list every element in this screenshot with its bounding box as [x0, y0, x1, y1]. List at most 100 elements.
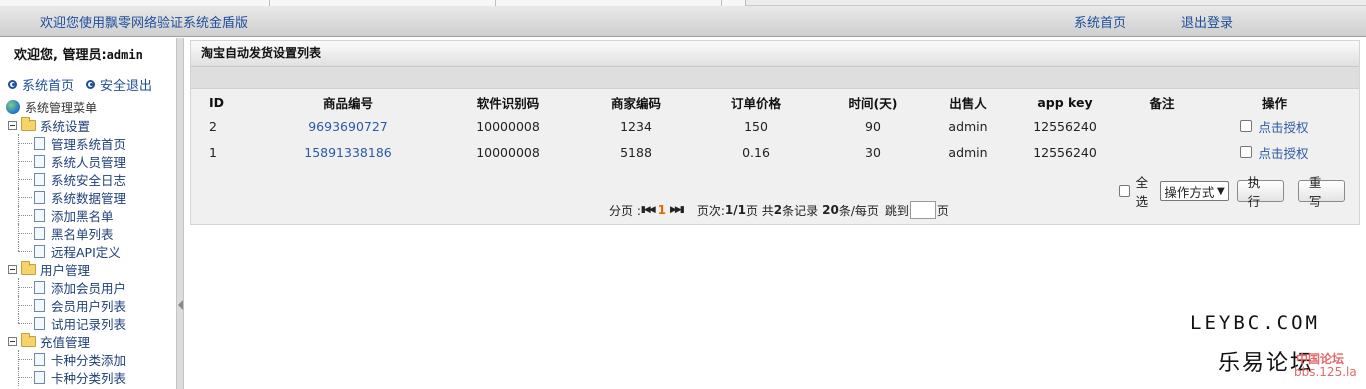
operation-select[interactable]: 操作方式 ▼	[1160, 181, 1229, 201]
menu-item-staff-management[interactable]: 系统人员管理	[6, 152, 176, 170]
cell-software-code: 10000008	[476, 118, 540, 134]
cell-action: 点击授权	[1195, 113, 1354, 139]
document-icon	[34, 280, 45, 294]
cell-days: 30	[865, 144, 881, 160]
table-row: 2 9693690727 10000008 1234 150 90 admin …	[199, 113, 1354, 139]
taobao-settings-table: ID 商品编号 软件识别码 商家编码 订单价格 时间(天) 出售人 app ke…	[199, 91, 1354, 165]
document-icon	[34, 172, 45, 186]
pagination: 分页 : ▮◀◀ 1 ▶▶▮ 页次: 1/1 页 共 2 条记录 20 条/每页 跳到 页	[609, 201, 949, 219]
menu-item-admin-home[interactable]: 管理系统首页	[6, 134, 176, 152]
per-page-text: 条/每页	[838, 203, 879, 218]
panel-toolbar-band	[191, 67, 1359, 89]
first-page-icon[interactable]: ▮◀◀	[641, 205, 656, 215]
records-text: 条记录	[782, 203, 819, 218]
menu-item-remote-api[interactable]: 远程API定义	[6, 242, 176, 260]
execute-button[interactable]: 执 行	[1236, 175, 1284, 209]
sidebar-splitter[interactable]	[176, 38, 184, 389]
page-text-suffix: 页 共	[745, 203, 774, 218]
menu-item-label: 系统数据管理	[51, 190, 127, 206]
cell-note	[1129, 139, 1195, 165]
menu-item-label: 管理系统首页	[51, 136, 127, 152]
menu-item-data-management[interactable]: 系统数据管理	[6, 188, 176, 206]
menu-item-add-blacklist[interactable]: 添加黑名单	[6, 206, 176, 224]
menu-item-blacklist[interactable]: 黑名单列表	[6, 224, 176, 242]
folder-open-icon	[21, 332, 36, 347]
menu-item-security-log[interactable]: 系统安全日志	[6, 170, 176, 188]
quick-home-link[interactable]: 系统首页	[8, 75, 74, 94]
row-checkbox[interactable]	[1240, 146, 1253, 158]
document-icon	[34, 136, 45, 150]
operation-select-value: 操作方式	[1164, 184, 1215, 200]
last-page-icon[interactable]: ▶▶▮	[670, 205, 685, 215]
column-header: 商家编码	[610, 95, 661, 111]
menu-group-label: 充值管理	[40, 334, 91, 350]
collapse-minus-icon[interactable]	[8, 264, 17, 274]
document-icon	[34, 298, 45, 312]
current-page-number[interactable]: 1	[658, 203, 666, 217]
folder-open-icon	[21, 116, 36, 131]
menu-group-recharge-management[interactable]: 充值管理	[6, 332, 176, 350]
menu-group-label: 用户管理	[40, 262, 91, 278]
column-header: 软件识别码	[476, 95, 540, 111]
table-header-row: ID 商品编号 软件识别码 商家编码 订单价格 时间(天) 出售人 app ke…	[199, 91, 1354, 113]
menu-group-label: 系统设置	[40, 118, 91, 134]
cell-app-key: 12556240	[1033, 144, 1097, 160]
cell-seller: admin	[948, 118, 988, 134]
batch-actions: 全选 操作方式 ▼ 执 行 重 写	[1119, 172, 1359, 210]
column-header: ID	[209, 94, 225, 110]
menu-item-member-list[interactable]: 会员用户列表	[6, 296, 176, 314]
sidebar: 欢迎您, 管理员:admin 系统首页 安全退出 系统管理菜单 系统设置 管理系…	[0, 38, 176, 389]
menu-group-system-settings[interactable]: 系统设置	[6, 116, 176, 134]
folder-open-icon	[21, 260, 36, 275]
menu-item-add-card-type[interactable]: 卡种分类添加	[6, 350, 176, 368]
globe-icon	[6, 100, 20, 114]
pager-label: 分页 :	[609, 203, 641, 218]
watermark-domain: LEYBC.COM	[1190, 312, 1320, 334]
menu-item-label: 添加会员用户	[51, 280, 127, 296]
jump-page-input[interactable]	[909, 201, 936, 219]
collapse-minus-icon[interactable]	[8, 120, 17, 130]
menu-item-label: 会员用户列表	[51, 298, 127, 314]
panel-title: 淘宝自动发货设置列表	[191, 41, 1359, 67]
collapse-left-arrow-icon[interactable]	[178, 300, 183, 310]
quick-home-label: 系统首页	[22, 79, 75, 94]
cell-product-no-link[interactable]: 9693690727	[251, 113, 445, 139]
main-panel: 淘宝自动发货设置列表 ID 商品编号 软件识别码 商家编码 订单价格 时间(天)…	[190, 40, 1360, 225]
authorize-link[interactable]: 点击授权	[1258, 146, 1308, 161]
menu-item-add-member[interactable]: 添加会员用户	[6, 278, 176, 296]
watermark-forum-url: bbs.125.la	[1294, 365, 1357, 379]
menu-item-label: 远程API定义	[51, 244, 121, 260]
document-icon	[34, 208, 45, 222]
column-header: 操作	[1261, 95, 1287, 111]
header-logout-link[interactable]: 退出登录	[1181, 12, 1233, 31]
menu-item-label: 系统安全日志	[51, 172, 127, 188]
menu-item-label: 卡种分类列表	[51, 370, 127, 386]
menu-item-card-type-list[interactable]: 卡种分类列表	[6, 368, 176, 386]
document-icon	[34, 244, 45, 258]
row-checkbox[interactable]	[1240, 120, 1253, 132]
menu-tree: 系统管理菜单 系统设置 管理系统首页 系统人员管理 系统安全日志 系统数据管理 …	[6, 98, 176, 386]
tree-root-label: 系统管理菜单	[25, 100, 98, 115]
header-bar: 欢迎您使用飘零网络验证系统金盾版 系统首页 退出登录	[0, 6, 1366, 37]
circle-arrow-icon	[8, 80, 17, 89]
cell-app-key: 12556240	[1033, 118, 1097, 134]
authorize-link[interactable]: 点击授权	[1258, 120, 1308, 135]
reset-button[interactable]: 重 写	[1297, 175, 1345, 209]
cell-product-no-link[interactable]: 15891338186	[251, 139, 445, 165]
jump-label: 跳到	[884, 203, 909, 218]
menu-item-label: 黑名单列表	[51, 226, 114, 242]
document-icon	[34, 190, 45, 204]
menu-group-user-management[interactable]: 用户管理	[6, 260, 176, 278]
cell-seller: admin	[948, 144, 988, 160]
tree-root[interactable]: 系统管理菜单	[6, 98, 176, 116]
menu-item-trial-records[interactable]: 试用记录列表	[6, 314, 176, 332]
document-icon	[34, 226, 45, 240]
cell-merchant-code: 1234	[620, 118, 652, 134]
collapse-minus-icon[interactable]	[8, 336, 17, 346]
quick-logout-link[interactable]: 安全退出	[86, 75, 152, 94]
cell-software-code: 10000008	[476, 144, 540, 160]
header-home-link[interactable]: 系统首页	[1074, 12, 1126, 31]
column-header: 订单价格	[730, 95, 781, 111]
cell-id: 1	[209, 144, 217, 160]
select-all-checkbox[interactable]	[1119, 185, 1130, 197]
